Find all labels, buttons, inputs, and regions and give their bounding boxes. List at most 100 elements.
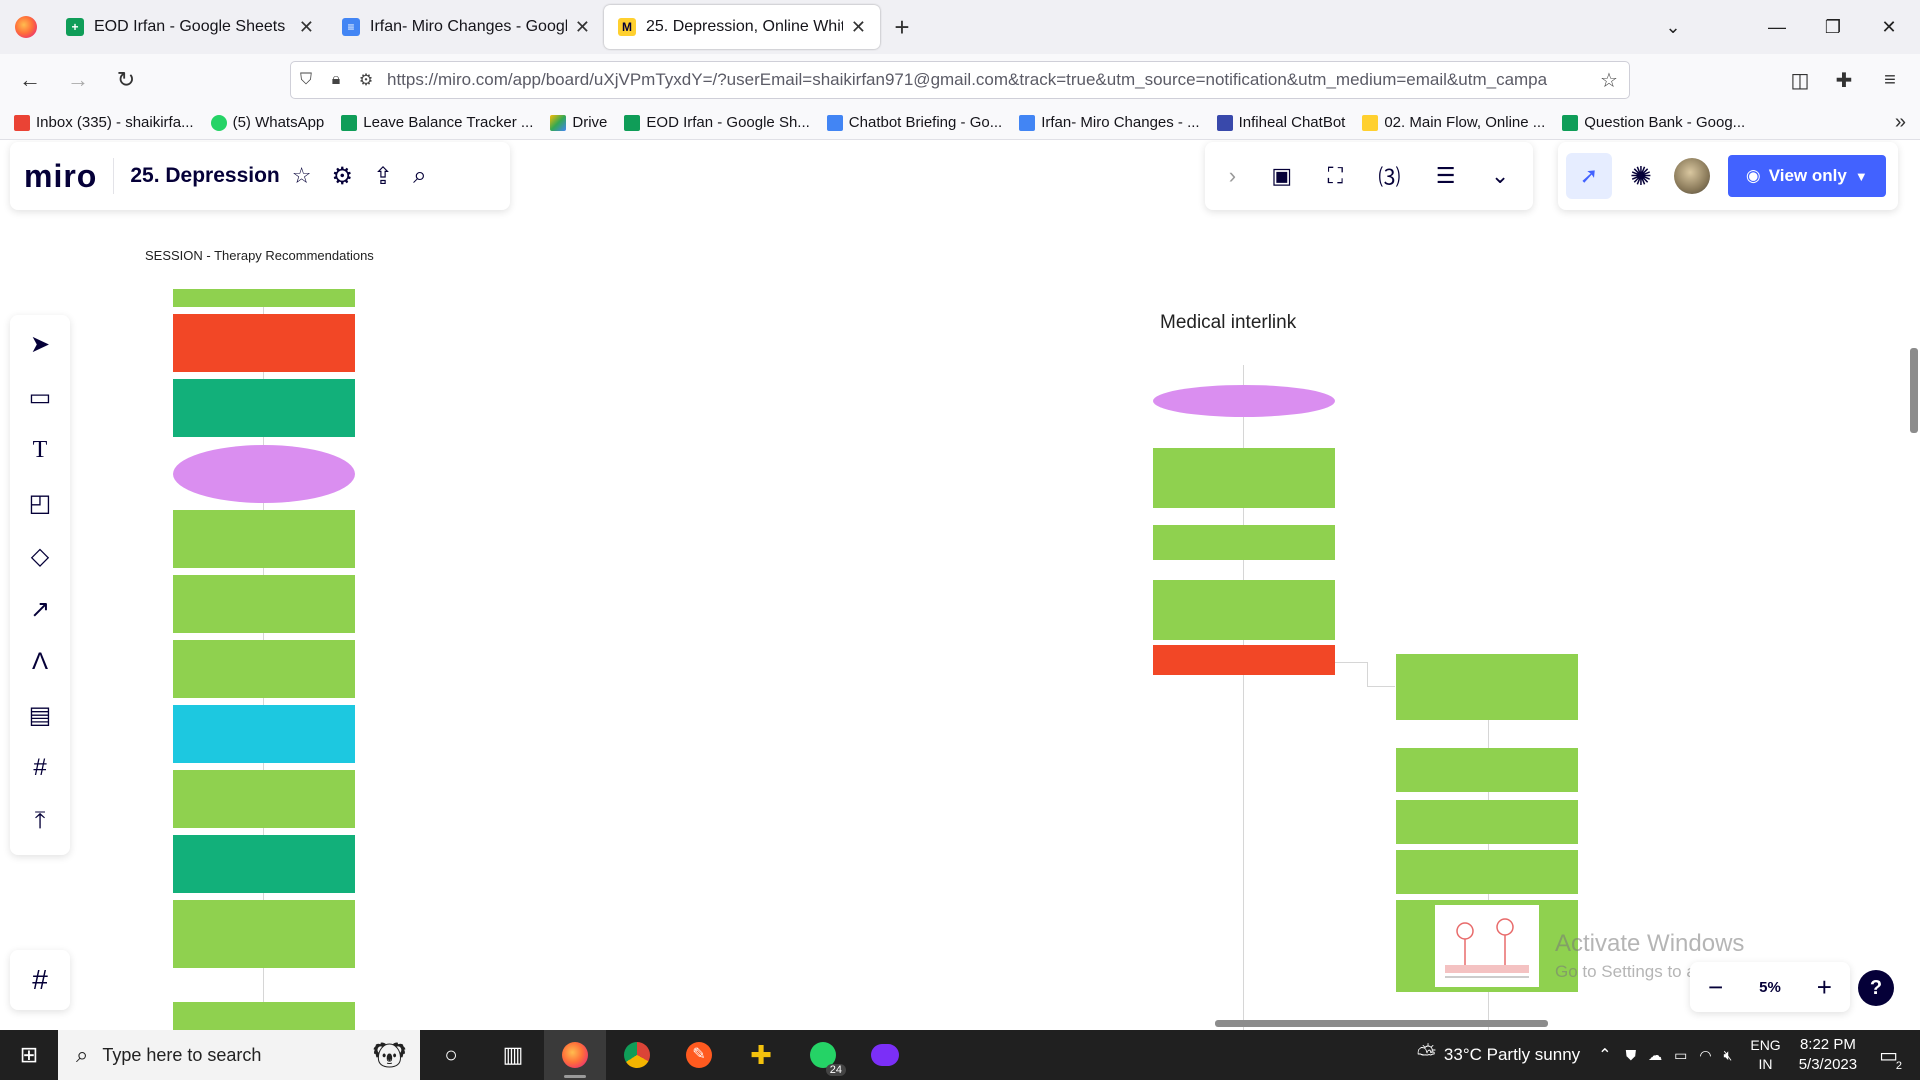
sticky-note[interactable] bbox=[173, 289, 355, 307]
focus-icon[interactable]: ⛶ bbox=[1328, 163, 1343, 189]
task-view-icon[interactable]: ▥ bbox=[482, 1030, 544, 1080]
sticky-note[interactable] bbox=[1153, 525, 1335, 560]
ellipse-shape[interactable] bbox=[1153, 385, 1335, 417]
zoom-level[interactable]: 5% bbox=[1759, 979, 1781, 996]
frame-tool-icon[interactable]: # bbox=[20, 749, 60, 787]
sticky-note[interactable] bbox=[1396, 800, 1578, 844]
bookmark-item[interactable]: 02. Main Flow, Online ... bbox=[1362, 114, 1545, 131]
cursor-select-icon[interactable]: ➚ bbox=[1566, 153, 1612, 199]
firefox-menu-button[interactable] bbox=[0, 0, 52, 54]
timer-icon[interactable]: ⑶ bbox=[1378, 160, 1400, 192]
weather-text[interactable]: 33°C Partly sunny bbox=[1444, 1045, 1580, 1065]
extensions-icon[interactable]: ✚ bbox=[1826, 54, 1862, 106]
sticky-note[interactable] bbox=[173, 314, 355, 372]
pocket-icon[interactable]: ◫ bbox=[1782, 54, 1818, 106]
more-chevron-icon[interactable]: ⌄ bbox=[1491, 163, 1509, 189]
chevron-right-icon[interactable]: › bbox=[1229, 163, 1236, 189]
notes-icon[interactable]: ☰ bbox=[1436, 163, 1456, 189]
url-bar[interactable]: ⛉ 🔒︎ ⚙ https://miro.com/app/board/uXjVPm… bbox=[290, 61, 1630, 99]
export-icon[interactable]: ⇪ bbox=[373, 162, 393, 191]
cortana-icon[interactable]: ○ bbox=[420, 1030, 482, 1080]
sticky-note[interactable] bbox=[173, 1002, 355, 1030]
sticky-note[interactable] bbox=[173, 835, 355, 893]
pen-tool-icon[interactable]: Λ bbox=[20, 643, 60, 681]
sticky-note[interactable] bbox=[173, 770, 355, 828]
sticky-note[interactable] bbox=[1153, 448, 1335, 508]
more-bookmarks-icon[interactable]: » bbox=[1895, 111, 1906, 134]
firefox-taskbar-icon[interactable] bbox=[544, 1030, 606, 1080]
view-only-button[interactable]: ◉ View only ▼ bbox=[1727, 155, 1886, 197]
bookmark-item[interactable]: Chatbot Briefing - Go... bbox=[826, 114, 1002, 131]
select-tool-icon[interactable]: ➤ bbox=[20, 325, 60, 363]
tab-depression-board[interactable]: M 25. Depression, Online Whitebo ✕ bbox=[604, 5, 880, 49]
shapes-tool-icon[interactable]: ◇ bbox=[20, 537, 60, 575]
horizontal-scrollbar[interactable] bbox=[1215, 1020, 1548, 1027]
brave-taskbar-icon[interactable]: ✎ bbox=[668, 1030, 730, 1080]
settings-icon[interactable]: ⚙ bbox=[331, 162, 353, 191]
bookmark-star-icon[interactable]: ☆ bbox=[1589, 68, 1629, 93]
tab-eod-irfan[interactable]: + EOD Irfan - Google Sheets ✕ bbox=[52, 5, 328, 49]
text-tool-icon[interactable]: T bbox=[20, 431, 60, 469]
taskbar-search-box[interactable]: ⌕ Type here to search 🐨︎ bbox=[58, 1030, 420, 1080]
sticky-note[interactable] bbox=[173, 640, 355, 698]
close-tab-icon[interactable]: ✕ bbox=[575, 17, 590, 38]
wifi-icon[interactable]: ◠ bbox=[1699, 1047, 1711, 1064]
sticky-note[interactable] bbox=[173, 379, 355, 437]
upload-tool-icon[interactable]: ⤒ bbox=[20, 802, 60, 840]
app-menu-icon[interactable]: ≡ bbox=[1872, 54, 1908, 106]
notifications-icon[interactable]: ▭ 2 bbox=[1879, 1043, 1904, 1072]
clock[interactable]: 8:22 PM 5/3/2023 bbox=[1799, 1035, 1857, 1076]
battery-icon[interactable]: ▭ bbox=[1674, 1047, 1687, 1064]
shield-icon[interactable]: ⛉ bbox=[291, 71, 321, 89]
bookmark-item[interactable]: (5) WhatsApp bbox=[210, 114, 324, 131]
zoom-out-icon[interactable]: − bbox=[1708, 972, 1723, 1003]
bookmark-item[interactable]: Infiheal ChatBot bbox=[1216, 114, 1345, 131]
vpn-taskbar-icon[interactable] bbox=[854, 1030, 916, 1080]
board-name[interactable]: 25. Depression bbox=[130, 164, 279, 188]
search-icon[interactable]: ⌕ bbox=[413, 162, 426, 190]
app-taskbar-icon[interactable]: ✚ bbox=[730, 1030, 792, 1080]
close-tab-icon[interactable]: ✕ bbox=[851, 17, 866, 38]
sticky-note[interactable] bbox=[1153, 645, 1335, 675]
close-tab-icon[interactable]: ✕ bbox=[299, 17, 314, 38]
weather-icon[interactable]: ⛅︎ bbox=[1417, 1041, 1436, 1069]
close-window-icon[interactable]: ✕ bbox=[1866, 0, 1912, 54]
sticky-note[interactable] bbox=[173, 510, 355, 568]
new-tab-button[interactable]: + bbox=[880, 0, 924, 54]
reactions-icon[interactable]: ✺ bbox=[1630, 161, 1652, 192]
show-hidden-icons-icon[interactable]: ⌃ bbox=[1598, 1045, 1611, 1065]
whatsapp-taskbar-icon[interactable]: 24 bbox=[792, 1030, 854, 1080]
sticky-note-tool-icon[interactable]: ◰ bbox=[20, 484, 60, 522]
templates-tool-icon[interactable]: ▤ bbox=[20, 696, 60, 734]
miro-board-canvas[interactable]: SESSION - Therapy Recommendations Medica… bbox=[0, 140, 1920, 1030]
windows-start-icon[interactable]: ⊞ bbox=[0, 1030, 58, 1080]
network-status-icon[interactable]: ⛊ bbox=[1626, 1047, 1637, 1064]
lock-icon[interactable]: 🔒︎ bbox=[321, 71, 351, 89]
minimize-icon[interactable]: — bbox=[1754, 0, 1800, 54]
miro-logo[interactable]: miro bbox=[24, 158, 97, 195]
avatar[interactable] bbox=[1673, 158, 1710, 194]
language-indicator[interactable]: ENG IN bbox=[1750, 1036, 1780, 1074]
ellipse-shape[interactable] bbox=[173, 445, 355, 503]
connection-line-tool-icon[interactable]: ↗ bbox=[20, 590, 60, 628]
sticky-note[interactable] bbox=[173, 705, 355, 763]
bookmark-item[interactable]: Question Bank - Goog... bbox=[1562, 114, 1745, 131]
image-card[interactable] bbox=[1396, 900, 1578, 992]
sticky-note[interactable] bbox=[1396, 748, 1578, 792]
screen-capture-icon[interactable]: ▣ bbox=[1271, 163, 1292, 189]
frames-panel-icon[interactable]: # bbox=[10, 950, 70, 1010]
bookmark-item[interactable]: EOD Irfan - Google Sh... bbox=[624, 114, 810, 131]
back-icon[interactable]: ← bbox=[12, 62, 48, 98]
bookmark-item[interactable]: Drive bbox=[550, 114, 607, 131]
star-icon[interactable]: ☆ bbox=[292, 163, 312, 189]
bookmark-item[interactable]: Inbox (335) - shaikirfa... bbox=[14, 114, 194, 131]
permissions-icon[interactable]: ⚙ bbox=[351, 70, 381, 90]
volume-icon[interactable]: 🔇︎ bbox=[1724, 1047, 1733, 1064]
bookmark-item[interactable]: Irfan- Miro Changes - ... bbox=[1019, 114, 1200, 131]
restore-icon[interactable]: ❐ bbox=[1810, 0, 1856, 54]
reload-icon[interactable]: ↻ bbox=[108, 62, 144, 98]
sticky-note[interactable] bbox=[1396, 654, 1578, 720]
comment-tool-icon[interactable]: ▭ bbox=[20, 378, 60, 416]
list-all-tabs-icon[interactable]: ⌄ bbox=[1650, 0, 1696, 54]
bookmark-item[interactable]: Leave Balance Tracker ... bbox=[341, 114, 533, 131]
